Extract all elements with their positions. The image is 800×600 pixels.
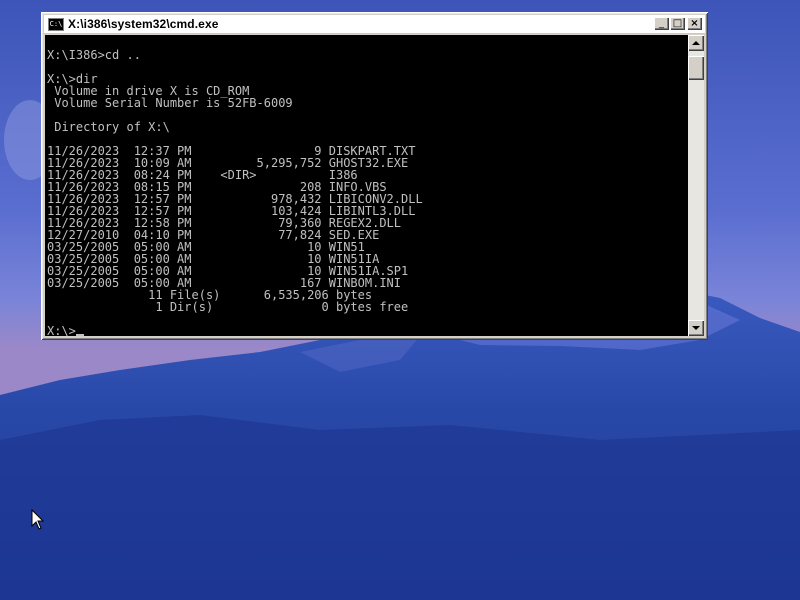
vertical-scrollbar[interactable] (688, 35, 704, 336)
scroll-up-arrow-icon (692, 41, 700, 45)
minimize-button[interactable]: _ (654, 17, 669, 30)
scroll-up-button[interactable] (688, 35, 704, 51)
scroll-thumb[interactable] (688, 56, 704, 80)
text-cursor (75, 334, 84, 336)
console-output-area[interactable]: X:\I386>cd .. X:\>dir Volume in drive X … (45, 35, 688, 336)
console-line: Directory of X:\ (54, 120, 170, 134)
cmd-window-icon[interactable]: C:\ (48, 17, 64, 31)
console-line: X:\I386>cd .. (47, 48, 141, 62)
scroll-down-arrow-icon (692, 326, 700, 330)
cmd-window[interactable]: C:\ X:\i386\system32\cmd.exe _ □ × X:\I3… (41, 12, 708, 340)
console-lines: X:\I386>cd .. X:\>dir Volume in drive X … (47, 48, 423, 314)
title-bar[interactable]: C:\ X:\i386\system32\cmd.exe _ □ × (44, 15, 705, 34)
scroll-down-button[interactable] (688, 320, 704, 336)
mouse-pointer-icon (31, 509, 45, 530)
window-title: X:\i386\system32\cmd.exe (68, 17, 219, 31)
console-text: X:\I386>cd .. X:\>dir Volume in drive X … (47, 37, 423, 336)
console-prompt: X:\> (47, 324, 76, 336)
console-line: 1 Dir(s) 0 bytes free (155, 300, 409, 314)
console-line: Volume Serial Number is 52FB-6009 (54, 96, 293, 110)
close-button[interactable]: × (687, 17, 702, 30)
maximize-button[interactable]: □ (670, 17, 685, 30)
